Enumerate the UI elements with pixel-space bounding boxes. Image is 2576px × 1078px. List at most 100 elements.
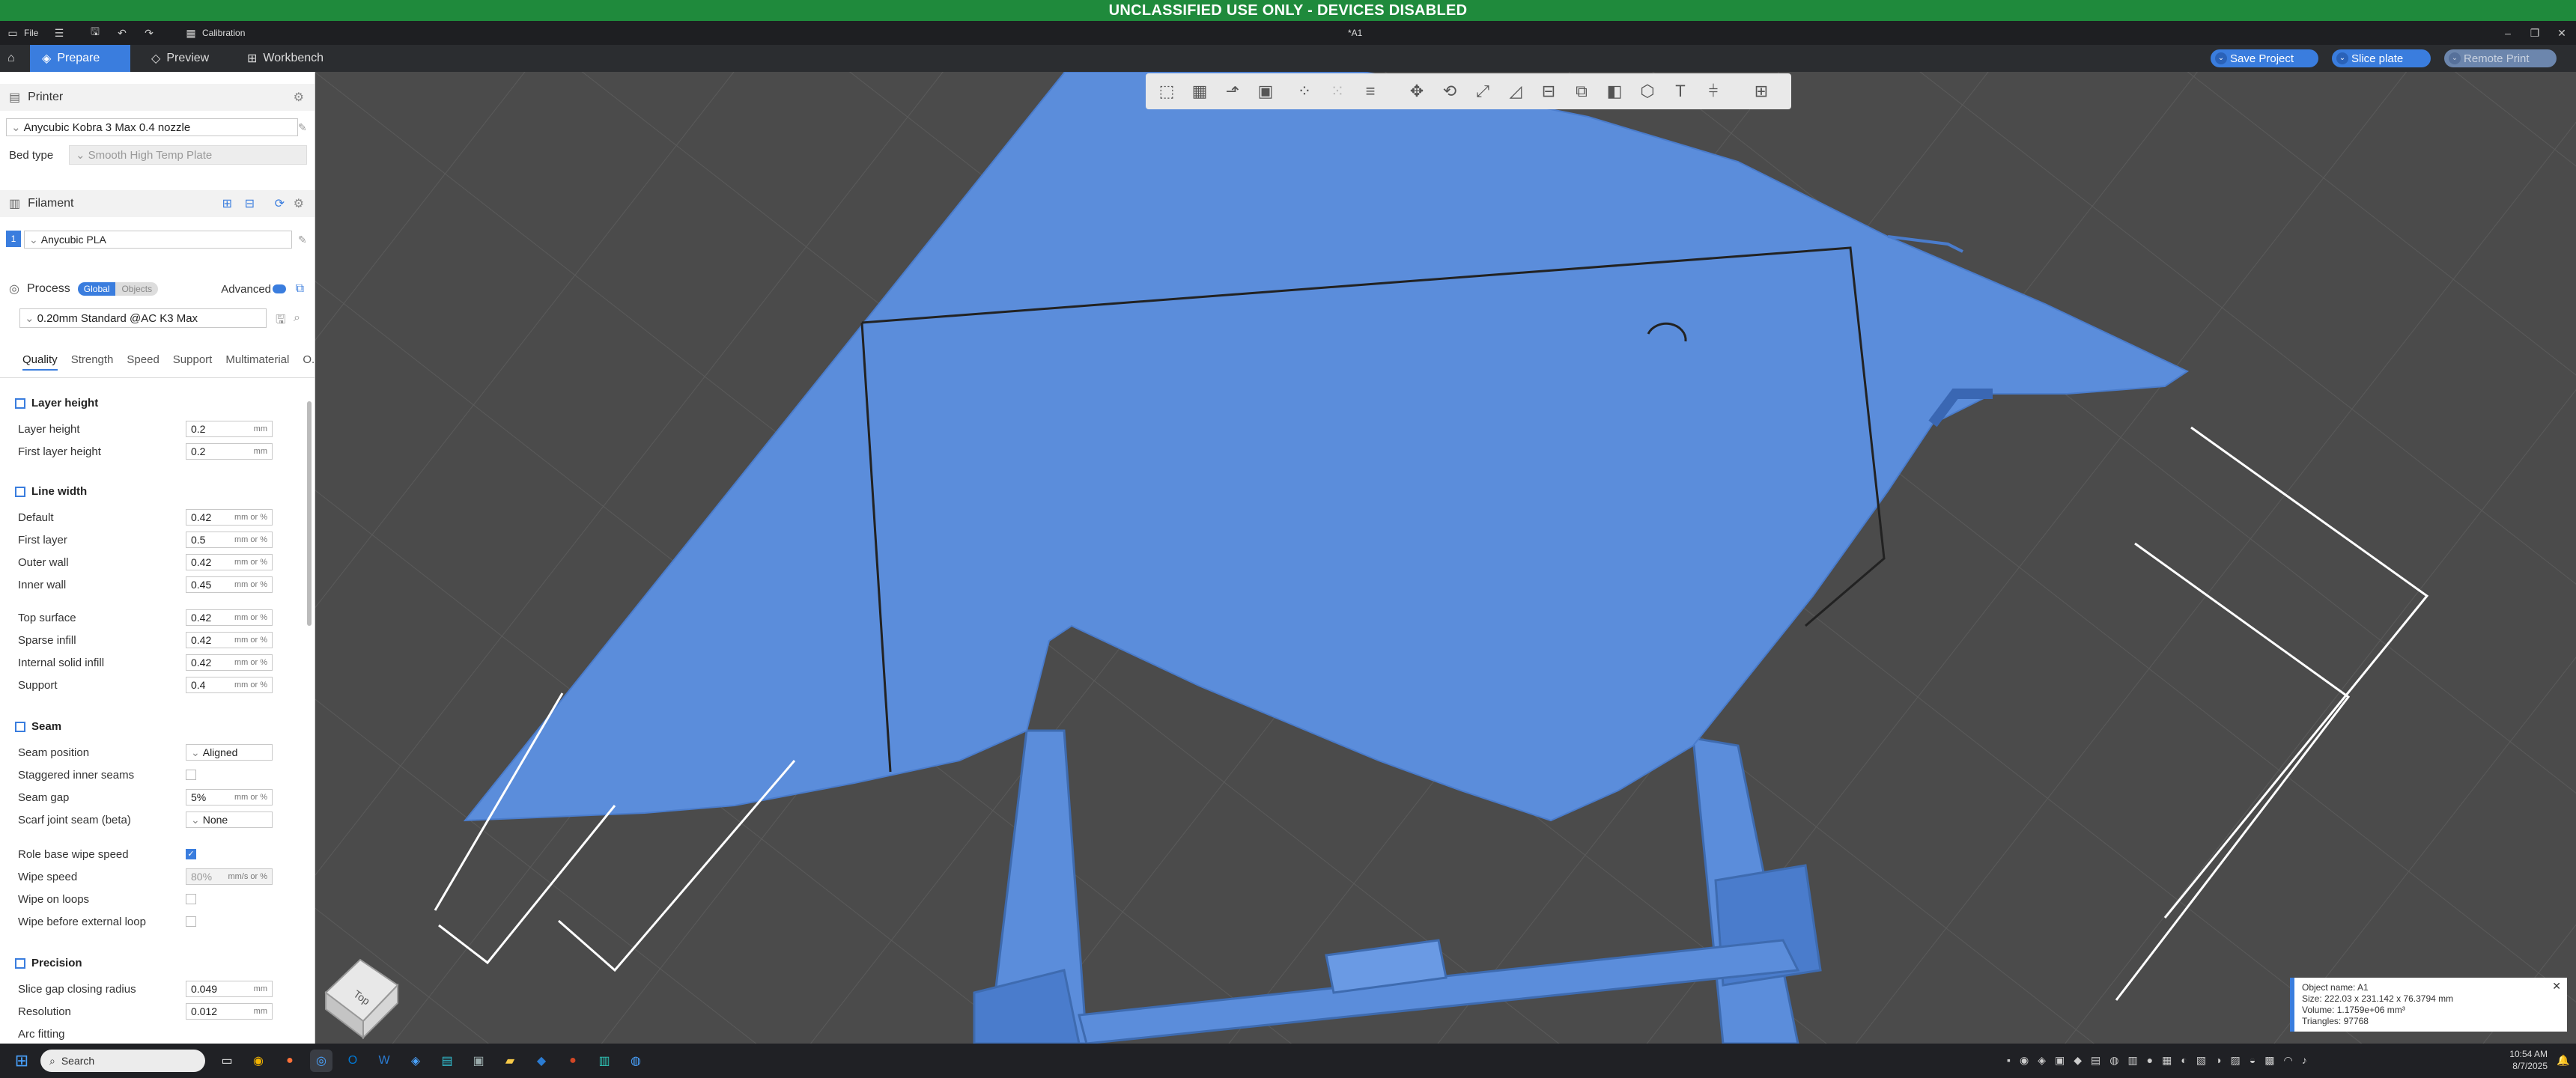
tray-icon[interactable]: ● (2147, 1054, 2153, 1067)
seam-position-select[interactable]: ⌄ Aligned (186, 744, 273, 761)
volume-icon[interactable]: ♪ (2302, 1054, 2307, 1067)
sparse-infill-width-input[interactable]: 0.42 mm or % (186, 632, 273, 648)
text-icon[interactable]: T (1667, 78, 1694, 105)
tab-multimaterial[interactable]: Multimaterial (225, 353, 289, 371)
tray-icon[interactable]: ▥ (2127, 1054, 2137, 1067)
folder-icon[interactable]: ▰ (499, 1050, 521, 1072)
calibration-menu[interactable]: ▦ Calibration (184, 21, 245, 45)
tray-icon[interactable]: ▩ (2264, 1054, 2274, 1067)
staggered-seams-checkbox[interactable] (186, 770, 196, 780)
scarf-seam-select[interactable]: ⌄ None (186, 811, 273, 828)
taskbar-search[interactable]: ⌕ Search (40, 1050, 205, 1072)
minimize-icon[interactable]: – (2501, 26, 2515, 40)
windows-start-icon[interactable]: ⊞ (10, 1050, 33, 1072)
wipe-speed-input[interactable]: 80% mm/s or % (186, 868, 273, 885)
first-layer-width-input[interactable]: 0.5 mm or % (186, 532, 273, 548)
advanced-toggle[interactable] (273, 284, 286, 293)
printer-select[interactable]: ⌄ Anycubic Kobra 3 Max 0.4 nozzle (6, 118, 298, 136)
add-filament-icon[interactable]: ⊞ (222, 196, 232, 211)
objects-toggle[interactable]: Objects (115, 282, 159, 296)
outer-wall-width-input[interactable]: 0.42 mm or % (186, 554, 273, 570)
inner-wall-width-input[interactable]: 0.45 mm or % (186, 576, 273, 593)
calculator-icon[interactable]: ▤ (436, 1050, 458, 1072)
app-icon[interactable]: ▥ (593, 1050, 616, 1072)
resolution-input[interactable]: 0.012 mm (186, 1003, 273, 1020)
plate-grid-icon[interactable]: ▦ (1186, 78, 1213, 105)
slice-gap-input[interactable]: 0.049 mm (186, 981, 273, 997)
tray-icon[interactable]: ◈ (2038, 1054, 2046, 1067)
layers-icon[interactable]: ≡ (1357, 78, 1384, 105)
measure-icon[interactable]: ⫩ (1700, 78, 1727, 105)
tray-icon[interactable]: ◑ (2215, 1054, 2221, 1067)
rotate-icon[interactable]: ⟲ (1436, 78, 1463, 105)
3d-viewport[interactable]: Top (315, 72, 2576, 1044)
support-width-input[interactable]: 0.4 mm or % (186, 677, 273, 693)
chrome-icon[interactable]: ◉ (247, 1050, 270, 1072)
edit-icon[interactable]: ✎ (298, 121, 307, 134)
orient-icon[interactable]: ⬏ (1219, 78, 1246, 105)
chevron-down-icon[interactable]: ⌄ (2336, 52, 2348, 64)
global-toggle[interactable]: Global (77, 282, 116, 296)
tray-icon[interactable]: ◒ (2250, 1054, 2255, 1067)
tray-icon[interactable]: ◉ (2020, 1054, 2029, 1067)
wipe-loops-checkbox[interactable] (186, 894, 196, 904)
split-objects-icon[interactable]: ⁘ (1291, 78, 1318, 105)
tab-support[interactable]: Support (173, 353, 213, 371)
internal-solid-infill-width-input[interactable]: 0.42 mm or % (186, 654, 273, 671)
scale-icon[interactable]: ⤢ (1469, 78, 1496, 105)
task-view-icon[interactable]: ▭ (216, 1050, 238, 1072)
lay-on-face-icon[interactable]: ◿ (1502, 78, 1529, 105)
save-project-button[interactable]: ⌄ Save Project (2211, 49, 2318, 67)
powerpoint-icon[interactable]: ● (562, 1050, 584, 1072)
split-parts-icon[interactable]: ⁙ (1324, 78, 1351, 105)
tray-icon[interactable]: ▣ (2055, 1054, 2065, 1067)
close-icon[interactable]: ✕ (2552, 981, 2561, 992)
restore-icon[interactable]: ❐ (2528, 26, 2542, 40)
filament-select[interactable]: ⌄ Anycubic PLA (24, 231, 292, 249)
outlook-icon[interactable]: O (341, 1050, 364, 1072)
assembly-icon[interactable]: ⊞ (1748, 78, 1775, 105)
save-preset-icon[interactable]: 🖫 (276, 311, 286, 332)
file-menu[interactable]: ▭ File (6, 21, 38, 45)
chevron-down-icon[interactable]: ⌄ (2449, 52, 2461, 64)
settings-icon[interactable]: ⚙ (294, 196, 304, 211)
tray-icon[interactable]: ▪ (2007, 1054, 2011, 1067)
taskbar-clock[interactable]: 10:54 AM 8/7/2025 (2494, 1048, 2548, 1072)
sidebar-scrollbar[interactable] (307, 401, 312, 626)
chevron-down-icon[interactable]: ⌄ (2215, 52, 2227, 64)
tab-strength[interactable]: Strength (71, 353, 114, 371)
arrange-icon[interactable]: ▣ (1252, 78, 1279, 105)
tab-preview[interactable]: ◇ Preview (139, 45, 232, 72)
edit-icon[interactable]: ✎ (298, 234, 307, 246)
slicer-app-icon[interactable]: ◍ (625, 1050, 647, 1072)
notification-icon[interactable]: 🔔 (2557, 1054, 2569, 1067)
word-icon[interactable]: W (373, 1050, 395, 1072)
tab-prepare[interactable]: ◈ Prepare (30, 45, 130, 72)
wipe-before-checkbox[interactable] (186, 916, 196, 927)
tab-others[interactable]: O.. (303, 353, 315, 371)
remote-print-button[interactable]: ⌄ Remote Print (2444, 49, 2557, 67)
tray-icon[interactable]: ◆ (2074, 1054, 2082, 1067)
app-icon[interactable]: ◆ (530, 1050, 553, 1072)
add-object-icon[interactable]: ⬚ (1153, 78, 1180, 105)
tab-speed[interactable]: Speed (127, 353, 159, 371)
save-icon[interactable]: 🖫 (88, 25, 102, 40)
redo-icon[interactable]: ↷ (142, 26, 156, 40)
app-icon[interactable]: ◈ (404, 1050, 427, 1072)
slice-plate-button[interactable]: ⌄ Slice plate (2332, 49, 2431, 67)
move-icon[interactable]: ✥ (1403, 78, 1430, 105)
top-surface-width-input[interactable]: 0.42 mm or % (186, 609, 273, 626)
tab-workbench[interactable]: ⊞ Workbench (235, 45, 340, 72)
tray-icon[interactable]: ▨ (2231, 1054, 2241, 1067)
layer-height-input[interactable]: 0.2 mm (186, 421, 273, 437)
cut-icon[interactable]: ⊟ (1535, 78, 1562, 105)
process-preset-select[interactable]: ⌄ 0.20mm Standard @AC K3 Max (19, 308, 267, 328)
default-width-input[interactable]: 0.42 mm or % (186, 509, 273, 526)
menu-icon[interactable]: ☰ (52, 26, 66, 40)
tray-icon[interactable]: ▤ (2091, 1054, 2100, 1067)
tray-icon[interactable]: ▧ (2196, 1054, 2206, 1067)
bed-type-select[interactable]: ⌄ Smooth High Temp Plate (69, 145, 307, 165)
compare-icon[interactable]: ⧉ (296, 282, 304, 296)
support-paint-icon[interactable]: ◧ (1601, 78, 1628, 105)
boolean-icon[interactable]: ⧉ (1568, 78, 1595, 105)
